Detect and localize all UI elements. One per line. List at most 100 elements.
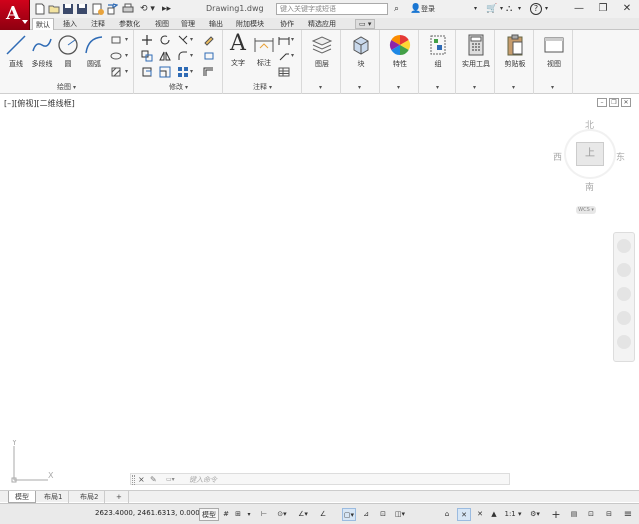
groups-dropdown-icon[interactable]: ▾ bbox=[436, 84, 439, 91]
compass-west[interactable]: 西 bbox=[553, 150, 562, 163]
save-icon[interactable] bbox=[62, 3, 74, 15]
customize-status-bar-icon[interactable]: ≡ bbox=[621, 508, 635, 521]
tab-insert[interactable]: 插入 bbox=[60, 18, 80, 30]
annotation-monitor-icon[interactable]: + bbox=[550, 508, 562, 521]
compass-south[interactable]: 南 bbox=[585, 180, 594, 193]
more-icon[interactable]: ▸▸ bbox=[162, 2, 171, 16]
fillet-icon[interactable] bbox=[177, 50, 189, 62]
tab-parametric[interactable]: 参数化 bbox=[116, 18, 143, 30]
fillet-dropdown-icon[interactable]: ▾ bbox=[190, 52, 193, 59]
modify-panel-label[interactable]: 修改 ▾ bbox=[135, 82, 222, 92]
help-icon[interactable]: ? bbox=[530, 3, 542, 15]
tab-featured-apps[interactable]: 精选应用 bbox=[305, 18, 339, 30]
hatch-dropdown-icon[interactable]: ▾ bbox=[125, 68, 128, 75]
command-line-grip[interactable] bbox=[132, 475, 135, 485]
help-dropdown-icon[interactable]: ▾ bbox=[545, 2, 548, 16]
new-file-icon[interactable] bbox=[34, 3, 46, 15]
recent-commands-icon[interactable]: ▭▾ bbox=[166, 475, 175, 485]
tab-output[interactable]: 输出 bbox=[206, 18, 226, 30]
minimize-icon[interactable]: — bbox=[567, 0, 591, 18]
rectangle-dropdown-icon[interactable]: ▾ bbox=[125, 36, 128, 43]
copy-icon[interactable] bbox=[141, 50, 153, 62]
pan-icon[interactable] bbox=[617, 263, 631, 277]
tab-addins[interactable]: 附加模块 bbox=[233, 18, 267, 30]
3d-osnap-icon[interactable]: ⌂ bbox=[440, 508, 454, 521]
ellipse-icon[interactable] bbox=[110, 50, 122, 62]
compass-north[interactable]: 北 bbox=[585, 118, 594, 131]
object-snap-tracking-icon[interactable]: ∠ bbox=[314, 508, 332, 521]
rotate-icon[interactable] bbox=[159, 34, 171, 46]
viewport-close-icon[interactable]: ✕ bbox=[621, 98, 631, 107]
close-command-line-icon[interactable]: × bbox=[138, 474, 145, 485]
properties-button[interactable]: 特性 bbox=[386, 33, 414, 69]
tab-view[interactable]: 视图 bbox=[152, 18, 172, 30]
orbit-icon[interactable] bbox=[617, 311, 631, 325]
trim-dropdown-icon[interactable]: ▾ bbox=[190, 36, 193, 43]
ellipse-dropdown-icon[interactable]: ▾ bbox=[125, 52, 128, 59]
explode-icon[interactable] bbox=[203, 50, 215, 62]
plot-icon[interactable] bbox=[122, 3, 134, 15]
stretch-icon[interactable] bbox=[141, 66, 153, 78]
table-icon[interactable] bbox=[278, 66, 290, 78]
tab-layout2[interactable]: 布局2 bbox=[74, 491, 106, 503]
text-tool[interactable]: A 文字 bbox=[226, 32, 250, 68]
draw-panel-label[interactable]: 绘图 ▾ bbox=[0, 82, 133, 92]
transparency-icon[interactable]: ⊡ bbox=[376, 508, 390, 521]
cart-dropdown-icon[interactable]: ▾ bbox=[500, 2, 503, 16]
layers-button[interactable]: 图层 bbox=[308, 33, 336, 69]
properties-dropdown-icon[interactable]: ▾ bbox=[397, 84, 400, 91]
open-file-icon[interactable] bbox=[48, 3, 60, 15]
array-icon[interactable] bbox=[177, 66, 189, 78]
dimension-tool[interactable]: 标注 bbox=[252, 32, 276, 68]
viewcube[interactable]: 北 西 东 南 上 bbox=[550, 115, 630, 215]
utilities-button[interactable]: 实用工具 bbox=[459, 33, 493, 69]
maximize-icon[interactable]: ❐ bbox=[591, 0, 615, 18]
coordinates-readout[interactable]: 2623.4000, 2461.6313, 0.0000 bbox=[95, 509, 204, 517]
viewport-controls-label[interactable]: [–][俯视][二维线框] bbox=[4, 98, 75, 109]
lineweight-icon[interactable]: ⊿ bbox=[358, 508, 374, 521]
viewcube-top-face[interactable]: 上 bbox=[576, 142, 604, 166]
web-open-icon[interactable] bbox=[92, 3, 104, 15]
add-layout-button[interactable]: + bbox=[110, 491, 129, 503]
isodraft-icon[interactable]: ∠▾ bbox=[294, 508, 312, 521]
tab-model[interactable]: 模型 bbox=[8, 491, 36, 503]
block-button[interactable]: 块 bbox=[347, 33, 375, 69]
annotation-scale-icon[interactable]: ▲ bbox=[488, 508, 500, 521]
app-menu-button[interactable]: A bbox=[0, 0, 30, 30]
share-icon[interactable] bbox=[106, 3, 119, 15]
clipboard-dropdown-icon[interactable]: ▾ bbox=[512, 84, 515, 91]
annotation-scale-value[interactable]: 1:1 ▾ bbox=[503, 508, 523, 521]
close-window-icon[interactable]: ✕ bbox=[615, 0, 639, 18]
ortho-icon[interactable]: ⊢ bbox=[258, 508, 270, 521]
customize-icon[interactable]: ✎ bbox=[150, 474, 157, 485]
scale-icon[interactable] bbox=[159, 66, 171, 78]
view-dropdown-icon[interactable]: ▾ bbox=[551, 84, 554, 91]
trim-icon[interactable] bbox=[177, 34, 189, 46]
utilities-dropdown-icon[interactable]: ▾ bbox=[473, 84, 476, 91]
circle-tool[interactable]: 圆 bbox=[56, 33, 80, 69]
tab-manage[interactable]: 管理 bbox=[178, 18, 198, 30]
hatch-icon[interactable] bbox=[110, 66, 122, 78]
layers-dropdown-icon[interactable]: ▾ bbox=[319, 84, 322, 91]
steering-wheel-icon[interactable] bbox=[617, 239, 631, 253]
rectangle-icon[interactable] bbox=[110, 34, 122, 46]
line-tool[interactable]: 直线 bbox=[4, 33, 28, 69]
user-icon[interactable]: 👤 bbox=[410, 2, 421, 16]
snap-icon[interactable]: ⊞ bbox=[233, 508, 243, 521]
compass-east[interactable]: 东 bbox=[616, 150, 625, 163]
move-icon[interactable] bbox=[141, 34, 153, 46]
drawing-viewport[interactable]: [–][俯视][二维线框] –❐✕ 北 西 东 南 上 WCS ▾ Y X bbox=[0, 95, 639, 488]
selection-cycling-icon[interactable]: ◫▾ bbox=[393, 508, 407, 521]
workspace-gear-icon[interactable]: ⚙▾ bbox=[526, 508, 544, 521]
hardware-acceleration-icon[interactable]: ⊡ bbox=[585, 508, 597, 521]
wcs-menu[interactable]: WCS ▾ bbox=[576, 206, 596, 214]
clipboard-button[interactable]: 剪贴板 bbox=[500, 33, 530, 69]
auto-scale-icon[interactable]: ✕ bbox=[474, 508, 486, 521]
units-icon[interactable]: ▤ bbox=[568, 508, 580, 521]
login-dropdown-icon[interactable]: ▾ bbox=[474, 2, 477, 16]
leader-icon[interactable] bbox=[278, 50, 290, 62]
arc-tool[interactable]: 圆弧 bbox=[82, 33, 106, 69]
clean-screen-icon[interactable]: ⊟ bbox=[603, 508, 615, 521]
search-input[interactable]: 键入关键字或短语 bbox=[276, 3, 388, 15]
erase-icon[interactable] bbox=[203, 34, 215, 46]
